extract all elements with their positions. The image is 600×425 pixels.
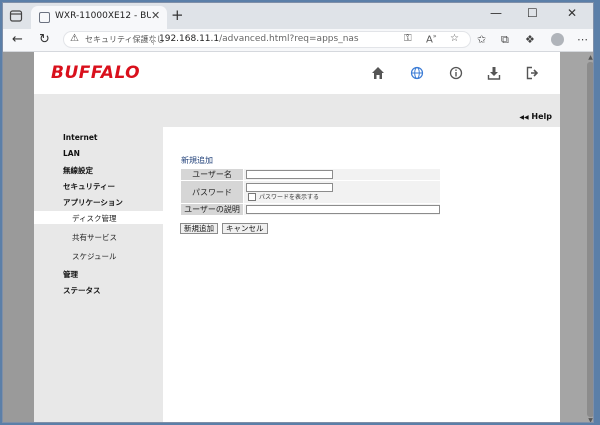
password-input[interactable] xyxy=(246,183,333,192)
address-divider xyxy=(153,35,154,45)
scrollbar-thumb[interactable] xyxy=(587,62,593,417)
tab-actions-icon[interactable] xyxy=(9,9,23,23)
address-bar[interactable]: ⚠ セキュリティ保護なし 192.168.11.1/advanced.html?… xyxy=(63,31,471,48)
url-path: /advanced.html?req=apps_nas xyxy=(219,34,359,44)
sidebar-item-disk-management[interactable]: ディスク管理 xyxy=(72,213,116,224)
description-cell xyxy=(243,203,441,216)
new-tab-button[interactable]: + xyxy=(171,6,184,24)
tab-title: WXR-11000XE12 - BUFFALO AirS xyxy=(55,11,151,21)
help-link[interactable]: ◀◀ Help xyxy=(519,112,552,121)
home-icon[interactable] xyxy=(369,64,387,82)
sidebar-item-shared-service[interactable]: 共有サービス xyxy=(72,232,117,243)
left-gutter xyxy=(3,52,34,422)
profile-icon[interactable] xyxy=(551,33,564,46)
username-input[interactable] xyxy=(246,170,333,179)
add-new-button[interactable]: 新規追加 xyxy=(180,223,218,234)
maximize-button[interactable]: ☐ xyxy=(527,6,538,20)
new-user-form: ユーザー名 パスワード パスワードを表示する ユーザーの説明 xyxy=(180,168,441,216)
router-page: BUFFALO ◀◀ Help Internet LAN 無線設定 セキュリティ… xyxy=(34,52,560,422)
key-icon[interactable]: ⚿ xyxy=(404,33,412,44)
password-label: パスワード xyxy=(180,180,244,204)
sidebar-item-wireless[interactable]: 無線設定 xyxy=(63,165,93,176)
close-window-button[interactable]: ✕ xyxy=(567,6,577,20)
page-favicon-icon xyxy=(39,12,50,23)
content-panel: 新規追加 ユーザー名 パスワード パスワードを表示する ユーザーの説明 新規追加… xyxy=(163,127,560,422)
collections-icon[interactable]: ⧉ xyxy=(501,33,509,46)
buffalo-logo[interactable]: BUFFALO xyxy=(51,63,140,83)
back-button[interactable]: ← xyxy=(12,32,23,47)
description-input[interactable] xyxy=(246,205,440,214)
minimize-button[interactable]: — xyxy=(490,6,502,20)
warning-icon[interactable]: ⚠ xyxy=(70,33,79,44)
tab-close-icon[interactable]: ✕ xyxy=(151,9,160,22)
extensions-icon[interactable]: ❖ xyxy=(525,33,535,46)
download-icon[interactable] xyxy=(485,64,503,82)
info-icon[interactable] xyxy=(447,64,465,82)
username-label: ユーザー名 xyxy=(180,168,244,181)
show-password-label: パスワードを表示する xyxy=(259,194,320,201)
url-host: 192.168.11.1 xyxy=(159,34,220,44)
description-label: ユーザーの説明 xyxy=(180,203,244,216)
favorite-star-icon[interactable]: ☆ xyxy=(450,33,459,44)
help-label: Help xyxy=(531,112,552,121)
sidebar-item-management[interactable]: 管理 xyxy=(63,269,78,280)
router-header: BUFFALO xyxy=(34,52,560,94)
url-text[interactable]: 192.168.11.1/advanced.html?req=apps_nas xyxy=(159,34,359,44)
refresh-button[interactable]: ↻ xyxy=(39,32,50,47)
logout-icon[interactable] xyxy=(524,64,542,82)
section-title: 新規追加 xyxy=(181,156,213,165)
show-password-checkbox[interactable] xyxy=(248,192,256,201)
favorites-icon[interactable]: ✩ xyxy=(477,33,486,46)
cancel-button[interactable]: キャンセル xyxy=(222,223,268,234)
globe-icon[interactable] xyxy=(408,64,426,82)
password-cell: パスワードを表示する xyxy=(243,180,441,204)
username-cell xyxy=(243,168,441,181)
sidebar-item-lan[interactable]: LAN xyxy=(63,149,80,158)
sidebar-item-security[interactable]: セキュリティー xyxy=(63,181,115,192)
sidebar-item-schedule[interactable]: スケジュール xyxy=(72,251,116,262)
read-aloud-icon[interactable]: A» xyxy=(426,33,437,45)
browser-tab[interactable]: WXR-11000XE12 - BUFFALO AirS ✕ xyxy=(31,6,167,29)
tab-bar: WXR-11000XE12 - BUFFALO AirS ✕ + — ☐ ✕ xyxy=(3,3,593,29)
scroll-down-icon[interactable]: ▼ xyxy=(586,417,593,422)
scroll-up-icon[interactable]: ▲ xyxy=(586,54,593,61)
sidebar-item-status[interactable]: ステータス xyxy=(63,285,101,296)
menu-icon[interactable]: ⋯ xyxy=(577,33,588,46)
sidebar-item-applications[interactable]: アプリケーション xyxy=(63,197,123,208)
browser-toolbar: ← ↻ ⚠ セキュリティ保護なし 192.168.11.1/advanced.h… xyxy=(3,29,593,52)
sidebar-item-internet[interactable]: Internet xyxy=(63,133,98,142)
browser-window: WXR-11000XE12 - BUFFALO AirS ✕ + — ☐ ✕ ←… xyxy=(2,2,594,423)
help-arrows-icon: ◀◀ xyxy=(519,114,529,121)
